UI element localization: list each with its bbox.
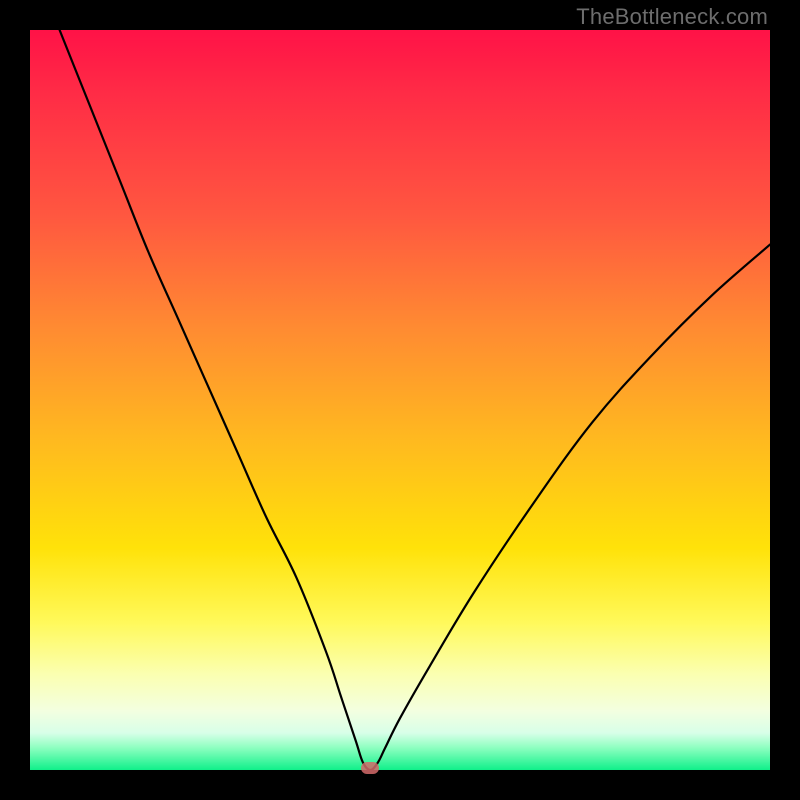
watermark-text: TheBottleneck.com <box>576 4 768 30</box>
bottleneck-curve-path <box>60 30 770 770</box>
curve-svg <box>30 30 770 770</box>
plot-area <box>30 30 770 770</box>
chart-frame: TheBottleneck.com <box>0 0 800 800</box>
optimum-marker <box>361 762 379 774</box>
